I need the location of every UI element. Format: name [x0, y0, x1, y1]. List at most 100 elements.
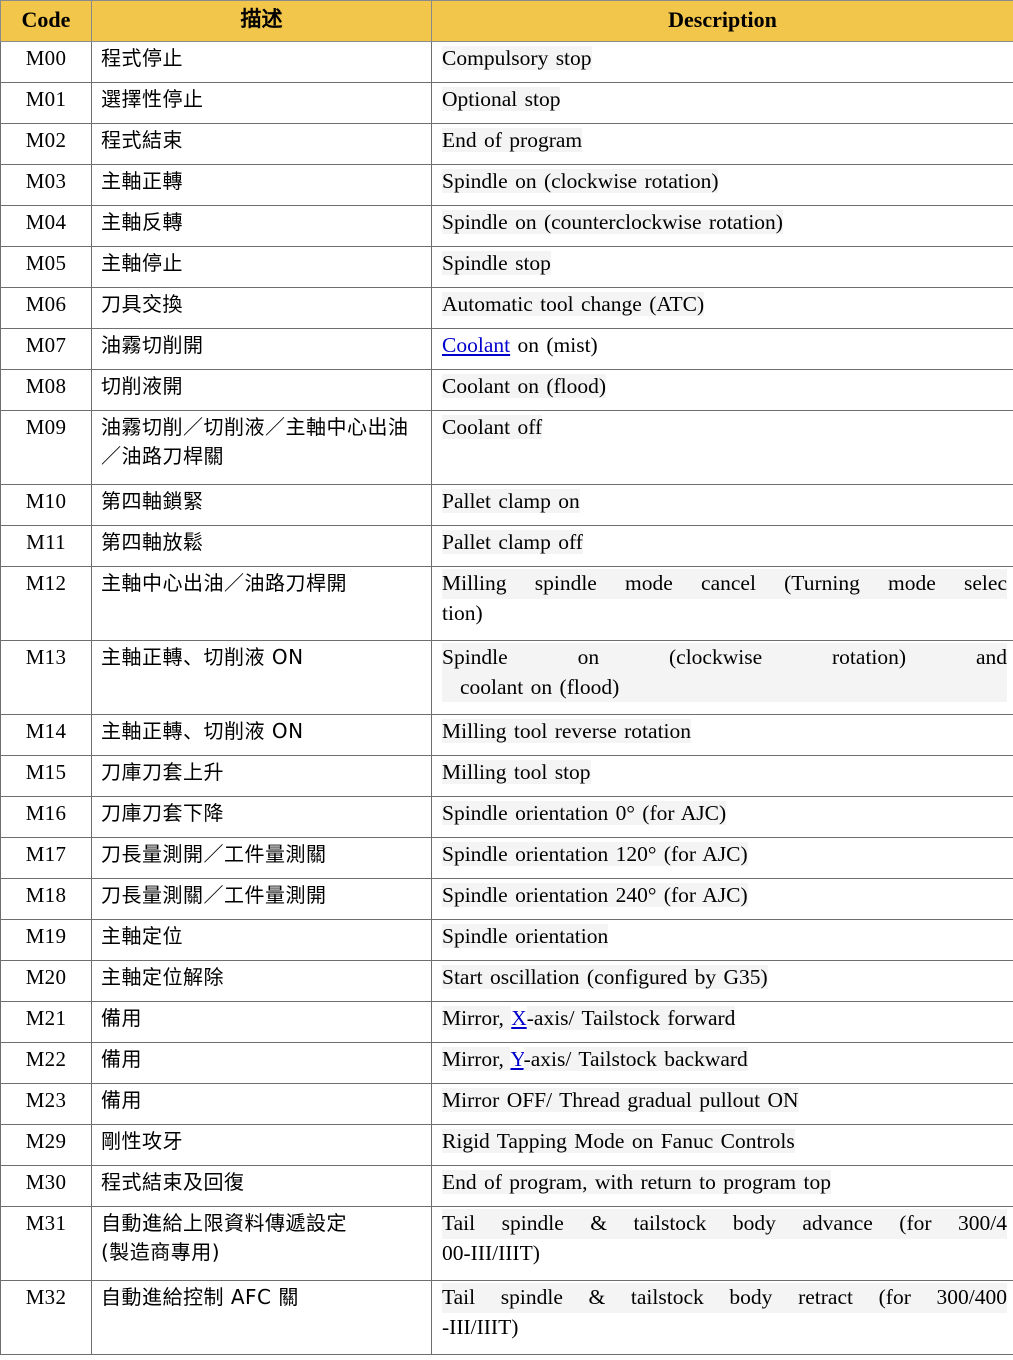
- cell-code: M04: [0, 205, 92, 247]
- cell-code: M03: [0, 164, 92, 206]
- english-text: Spindle on (counterclockwise rotation): [442, 210, 783, 234]
- cell-description-english: Spindle on (clockwise rotation): [431, 164, 1013, 206]
- table-row: M08 切削液開 Coolant on (flood): [0, 369, 1013, 411]
- cell-description-english: Coolant off: [431, 410, 1013, 485]
- cell-code: M29: [0, 1124, 92, 1166]
- cell-code: M09: [0, 410, 92, 485]
- cell-description-chinese: 主軸正轉、切削液 ON: [91, 714, 432, 756]
- cell-code: M17: [0, 837, 92, 879]
- cell-description-chinese: 備用: [91, 1083, 432, 1125]
- cell-description-chinese: 備用: [91, 1001, 432, 1043]
- table-row: M02 程式結束 End of program: [0, 123, 1013, 165]
- english-text: Mirror OFF/ Thread gradual pullout ON: [442, 1088, 799, 1112]
- table-row: M00 程式停止 Compulsory stop: [0, 41, 1013, 83]
- cell-description-chinese: 主軸停止: [91, 246, 432, 288]
- cell-code: M23: [0, 1083, 92, 1125]
- m-code-reference-table: Code 描述 Description M00 程式停止 Compulsory st…: [0, 0, 1013, 1355]
- axis-link[interactable]: Y: [510, 1047, 523, 1071]
- english-text: Spindle stop: [442, 251, 551, 275]
- cell-description-english: Mirror OFF/ Thread gradual pullout ON: [431, 1083, 1013, 1125]
- desc-line: (製造商專用): [101, 1240, 221, 1264]
- english-line: Tail spindle & tailstock body retract (f…: [442, 1283, 1007, 1313]
- column-header-code: Code: [0, 0, 92, 42]
- cell-description-chinese: 主軸定位解除: [91, 960, 432, 1002]
- table-row: M09 油霧切削／切削液／主軸中心出油／油路刀桿關 Coolant off: [0, 410, 1013, 485]
- cell-code: M22: [0, 1042, 92, 1084]
- cell-description-chinese: 刀庫刀套上升: [91, 755, 432, 797]
- english-text: Coolant off: [442, 415, 543, 439]
- english-line: coolant on (flood): [442, 672, 1007, 703]
- coolant-link[interactable]: Coolant: [442, 333, 510, 357]
- table-row: M29 剛性攻牙 Rigid Tapping Mode on Fanuc Contr…: [0, 1124, 1013, 1166]
- cell-description-english: Spindle orientation 240° (for AJC): [431, 878, 1013, 920]
- table-row: M06 刀具交換 Automatic tool change (ATC): [0, 287, 1013, 329]
- cell-description-chinese: 程式停止: [91, 41, 432, 83]
- cell-code: M11: [0, 525, 92, 567]
- cell-description-english: Milling tool stop: [431, 755, 1013, 797]
- cell-code: M08: [0, 369, 92, 411]
- english-text: -axis/ Tailstock backward: [523, 1047, 748, 1071]
- cell-code: M19: [0, 919, 92, 961]
- cell-description-chinese: 切削液開: [91, 369, 432, 411]
- cell-description-chinese: 程式結束: [91, 123, 432, 165]
- cell-description-english: Mirror, X-axis/ Tailstock forward: [431, 1001, 1013, 1043]
- cell-description-english: End of program: [431, 123, 1013, 165]
- cell-description-english: Spindle stop: [431, 246, 1013, 288]
- cell-code: M21: [0, 1001, 92, 1043]
- table-header: Code 描述 Description: [0, 0, 1013, 42]
- table-body: M00 程式停止 Compulsory stop M01 選擇性停止 Optional s…: [0, 41, 1013, 1355]
- cell-code: M32: [0, 1280, 92, 1355]
- cell-description-english: Spindle on (clockwise rotation) and coola…: [431, 640, 1013, 715]
- cell-description-chinese: 第四軸放鬆: [91, 525, 432, 567]
- cell-code: M14: [0, 714, 92, 756]
- english-text: Mirror,: [442, 1006, 512, 1030]
- cell-description-english: Milling spindle mode cancel (Turning mod…: [431, 566, 1013, 641]
- english-text: Milling tool stop: [442, 760, 591, 784]
- table-row: M05 主軸停止 Spindle stop: [0, 246, 1013, 288]
- cell-description-english: Spindle on (counterclockwise rotation): [431, 205, 1013, 247]
- english-text: Spindle orientation 120° (for AJC): [442, 842, 748, 866]
- cell-description-english: Tail spindle & tailstock body retract (f…: [431, 1280, 1013, 1355]
- desc-line: 自動進給上限資料傳遞設定: [101, 1211, 347, 1235]
- table-row: M12 主軸中心出油／油路刀桿開 Milling spindle mode canc…: [0, 566, 1013, 641]
- table-row: M10 第四軸鎖緊 Pallet clamp on: [0, 484, 1013, 526]
- cell-description-chinese: 選擇性停止: [91, 82, 432, 124]
- table-row: M16 刀庫刀套下降 Spindle orientation 0° (for AJC…: [0, 796, 1013, 838]
- english-text: Optional stop: [442, 87, 561, 111]
- table-row: M14 主軸正轉、切削液 ON Milling tool reverse rotat…: [0, 714, 1013, 756]
- cell-code: M02: [0, 123, 92, 165]
- cell-description-chinese: 刀長量測開／工件量測關: [91, 837, 432, 879]
- table-row: M21 備用 Mirror, X-axis/ Tailstock forward: [0, 1001, 1013, 1043]
- table-row: M11 第四軸放鬆 Pallet clamp off: [0, 525, 1013, 567]
- cell-description-chinese: 備用: [91, 1042, 432, 1084]
- cell-code: M12: [0, 566, 92, 641]
- axis-link[interactable]: X: [511, 1006, 527, 1030]
- english-line: Tail spindle & tailstock body advance (f…: [442, 1209, 1007, 1239]
- english-line: tion): [442, 600, 483, 625]
- cell-code: M13: [0, 640, 92, 715]
- english-text: Spindle orientation 240° (for AJC): [442, 883, 748, 907]
- table-row: M01 選擇性停止 Optional stop: [0, 82, 1013, 124]
- cell-description-chinese: 自動進給控制 AFC 關: [91, 1280, 432, 1355]
- table-row: M32 自動進給控制 AFC 關 Tail spindle & tailstock …: [0, 1280, 1013, 1355]
- cell-description-chinese: 油霧切削開: [91, 328, 432, 370]
- english-text: Pallet clamp off: [442, 530, 583, 554]
- cell-code: M16: [0, 796, 92, 838]
- table-row: M31 自動進給上限資料傳遞設定 (製造商專用) Tail spindle & tai…: [0, 1206, 1013, 1281]
- table-row: M17 刀長量測開／工件量測關 Spindle orientation 120° (…: [0, 837, 1013, 879]
- english-text: Coolant on (flood): [442, 374, 607, 398]
- table-row: M19 主軸定位 Spindle orientation: [0, 919, 1013, 961]
- english-text: Rigid Tapping Mode on Fanuc Controls: [442, 1129, 795, 1153]
- cell-description-english: Start oscillation (configured by G35): [431, 960, 1013, 1002]
- english-text: -axis/ Tailstock forward: [526, 1006, 736, 1030]
- table-row: M04 主軸反轉 Spindle on (counterclockwise rota…: [0, 205, 1013, 247]
- column-header-description-chinese: 描述: [91, 0, 432, 42]
- cell-description-chinese: 主軸正轉: [91, 164, 432, 206]
- english-text: Pallet clamp on: [442, 489, 580, 513]
- table-row: M03 主軸正轉 Spindle on (clockwise rotation): [0, 164, 1013, 206]
- english-line: Spindle on (clockwise rotation) and: [442, 643, 1007, 673]
- cell-description-chinese: 主軸正轉、切削液 ON: [91, 640, 432, 715]
- cell-description-english: Milling tool reverse rotation: [431, 714, 1013, 756]
- header-row: Code 描述 Description: [0, 0, 1013, 42]
- english-text: Automatic tool change (ATC): [442, 292, 705, 316]
